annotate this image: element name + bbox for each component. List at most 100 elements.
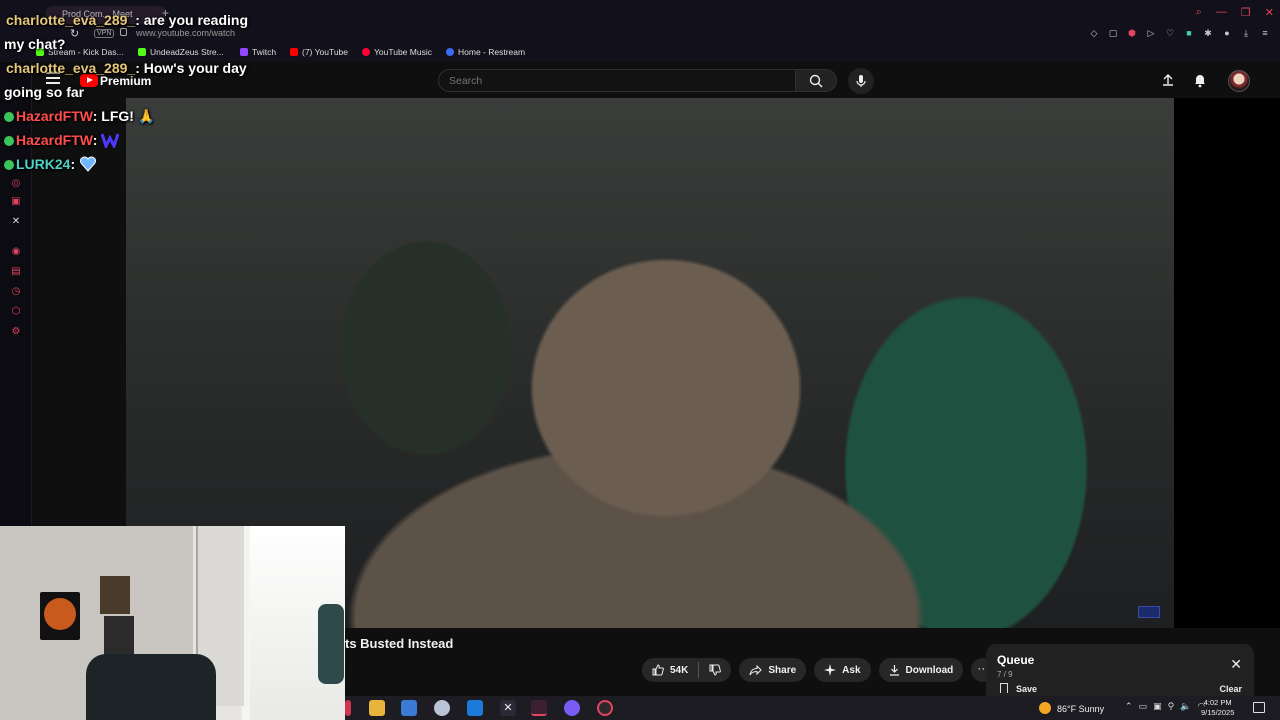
bookmark-item[interactable]: Home - Restream (446, 47, 525, 57)
sidebar-folder-icon[interactable]: ▤ (10, 266, 22, 278)
extension-teal-icon[interactable]: ■ (1184, 28, 1194, 38)
webcam-poster (40, 592, 80, 640)
play-icon[interactable]: ▷ (1146, 28, 1156, 38)
chat-username: LURK24 (16, 156, 71, 172)
like-count: 54K (670, 664, 689, 676)
sidebar-music-icon[interactable]: ◉ (10, 246, 22, 258)
chat-username: charlotte_eva_289_ (6, 60, 136, 76)
ask-button[interactable]: Ask (814, 658, 871, 682)
webcam-poster (104, 616, 134, 656)
sidebar-game-icon[interactable]: ◎ (10, 178, 22, 190)
sidebar-settings-icon[interactable]: ⚙ (10, 326, 22, 338)
queue-title: Queue (997, 653, 1035, 667)
chat-message: HazardFTW: LFG! 🙏 (0, 104, 270, 128)
mic-tray-icon[interactable]: ⚲ (1168, 701, 1175, 712)
volume-icon[interactable]: 🔈 (1180, 701, 1191, 712)
queue-panel: Queue 7 / 9 ✕ Save Clear (986, 644, 1254, 700)
download-button[interactable]: Download (878, 658, 964, 682)
w-emote-icon (101, 133, 120, 148)
bookmark-page-icon[interactable]: ◇ (1089, 28, 1099, 38)
chevron-up-icon[interactable]: ⌃ (1125, 701, 1133, 712)
search-icon[interactable]: ⌕ (1196, 6, 1202, 19)
microphone-icon (856, 75, 866, 87)
heart-globe-emote-icon (80, 156, 97, 172)
restream-icon (446, 48, 454, 56)
heart-icon[interactable]: ♡ (1165, 28, 1175, 38)
sidebar-clock-icon[interactable]: ◷ (10, 286, 22, 298)
close-icon[interactable]: ✕ (1230, 656, 1242, 673)
sidebar-twitch-icon[interactable]: ▣ (10, 196, 22, 208)
search-button[interactable] (795, 69, 837, 92)
bookmark-item[interactable]: (7) YouTube (290, 47, 348, 57)
search-input[interactable] (438, 69, 796, 92)
snapshot-icon[interactable]: ▢ (1108, 28, 1118, 38)
system-clock[interactable]: 4:02 PM 9/15/2025 (1201, 698, 1234, 718)
webcam-overlay (0, 526, 345, 720)
thumbs-up-icon (652, 664, 664, 676)
bookmark-item[interactable]: YouTube Music (362, 47, 432, 57)
queue-clear-button[interactable]: Clear (1219, 684, 1242, 694)
sidebar-x-icon[interactable]: ✕ (10, 216, 22, 228)
profile-icon[interactable]: ● (1222, 28, 1232, 38)
windows-taskbar: ✕ 86°F Sunny ⌃ ▭ ▣ ⚲ 🔈 ◠ 4:02 PM 9/15/202… (345, 696, 1280, 720)
chat-username: HazardFTW (16, 108, 93, 124)
chat-message-continued: going so far (4, 84, 85, 100)
taskbar-app-icon[interactable] (434, 700, 450, 716)
queue-save-button[interactable]: Save (1000, 683, 1037, 694)
notification-center-icon[interactable] (1253, 702, 1265, 713)
file-explorer-icon[interactable] (369, 700, 385, 716)
chat-message-continued: my chat? (4, 36, 66, 52)
webcam-plant (318, 604, 344, 684)
chat-message: HazardFTW: (0, 128, 270, 152)
chat-message: charlotte_eva_289_: are you reading (0, 8, 270, 32)
chat-text: : LFG! 🙏 (92, 108, 156, 124)
taskbar-app-icon[interactable] (345, 700, 351, 716)
verified-badge-icon (4, 136, 14, 146)
verified-badge-icon (4, 112, 14, 122)
like-dislike-group: 54K (642, 658, 732, 682)
like-button[interactable]: 54K (642, 658, 698, 682)
thumbs-down-icon (709, 664, 722, 676)
notifications-bell-icon[interactable] (1192, 72, 1208, 88)
menu-icon[interactable]: ≡ (1260, 28, 1270, 38)
upload-icon[interactable] (1160, 72, 1176, 88)
obs-icon[interactable] (597, 700, 613, 716)
calculator-icon[interactable] (401, 700, 417, 716)
network-icon[interactable]: ▭ (1139, 701, 1148, 712)
weather-widget[interactable]: 86°F Sunny (1039, 702, 1104, 714)
voice-search-button[interactable] (848, 68, 874, 94)
puzzle-icon[interactable]: ✱ (1203, 28, 1213, 38)
shield-icon[interactable]: ⬢ (1127, 28, 1137, 38)
verified-badge-icon (4, 160, 14, 170)
video-actions: 54K Share Ask Download ··· (642, 658, 996, 682)
youtube-music-icon (362, 48, 370, 56)
sidebar-cube-icon[interactable]: ⬡ (10, 306, 22, 318)
opera-gx-icon[interactable] (531, 700, 547, 716)
chat-text: : (70, 156, 76, 172)
save-bookmark-icon (1000, 683, 1008, 693)
system-tray: ⌃ ▭ ▣ ⚲ 🔈 ◠ (1125, 701, 1205, 712)
minimize-icon[interactable]: — (1216, 6, 1227, 19)
restore-icon[interactable]: ❐ (1241, 6, 1251, 19)
download-icon[interactable]: ⤓ (1241, 28, 1251, 38)
account-avatar[interactable] (1228, 70, 1250, 92)
chat-message: charlotte_eva_289_: How's your day (0, 56, 270, 80)
chat-text: : (92, 132, 98, 148)
channel-watermark[interactable] (1138, 606, 1160, 618)
chat-message: LURK24: (0, 152, 270, 176)
outlook-icon[interactable] (467, 700, 483, 716)
dislike-button[interactable] (699, 658, 731, 682)
chat-text: : How's your day (135, 60, 247, 76)
sparkle-icon (824, 664, 837, 676)
window-controls: ⌕ — ❐ ✕ (1196, 6, 1274, 19)
close-window-icon[interactable]: ✕ (1265, 6, 1274, 19)
discord-icon[interactable] (564, 700, 580, 716)
queue-count: 7 / 9 (997, 670, 1013, 679)
display-icon[interactable]: ▣ (1153, 701, 1162, 712)
extension-icons: ◇ ▢ ⬢ ▷ ♡ ■ ✱ ● ⤓ ≡ (1089, 28, 1270, 38)
chat-username: HazardFTW (16, 132, 93, 148)
x-app-icon[interactable]: ✕ (500, 700, 516, 716)
sun-icon (1039, 702, 1051, 714)
video-letterbox (1174, 98, 1280, 628)
share-button[interactable]: Share (739, 658, 807, 682)
